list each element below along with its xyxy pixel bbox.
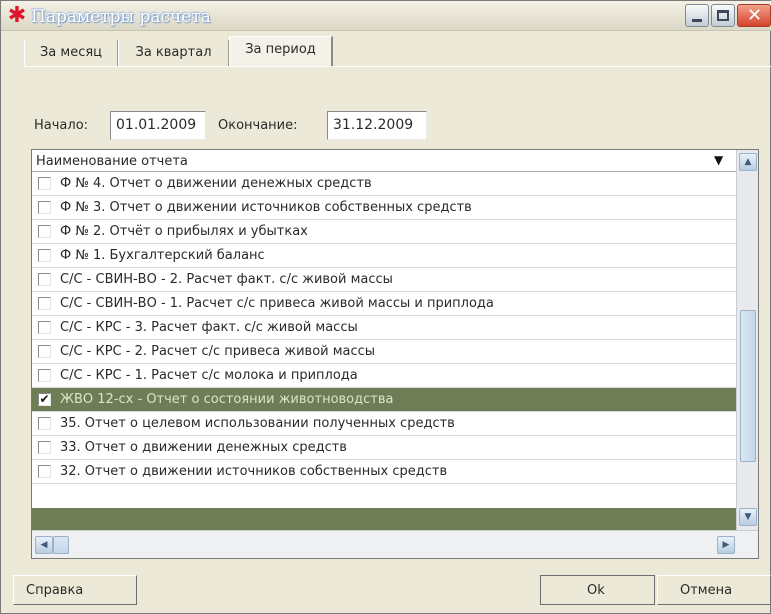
maximize-icon <box>717 10 729 21</box>
report-name-column-header[interactable]: Наименование отчета ▼ <box>32 150 736 172</box>
report-label: Ф № 2. Отчёт о прибылях и убытках <box>60 224 308 239</box>
report-label: Ф № 3. Отчет о движении источников собст… <box>60 200 472 215</box>
close-button[interactable]: ✕ <box>737 4 771 27</box>
report-checkbox[interactable] <box>38 225 51 238</box>
help-button[interactable]: Справка <box>13 575 137 605</box>
column-header-label: Наименование отчета <box>36 154 188 169</box>
list-footer-band <box>32 508 736 530</box>
tab-month[interactable]: За месяц <box>24 40 118 66</box>
report-label: С/С - КРС - 1. Расчет с/с молока и припл… <box>60 368 358 383</box>
horizontal-scrollbar[interactable]: ◀ ▶ <box>32 530 758 558</box>
report-checkbox[interactable] <box>38 321 51 334</box>
list-item[interactable]: С/С - КРС - 3. Расчет факт. с/с живой ма… <box>32 316 736 340</box>
report-checkbox[interactable] <box>38 201 51 214</box>
window-title: Параметры расчета <box>31 7 211 27</box>
dropdown-arrow-icon[interactable]: ▼ <box>714 153 723 167</box>
report-label: Ф № 1. Бухгалтерский баланс <box>60 248 265 263</box>
report-label: С/С - СВИН-ВО - 2. Расчет факт. с/с живо… <box>60 272 393 287</box>
list-item-selected[interactable]: ✔ ЖВО 12-сх - Отчет о состоянии животнов… <box>32 388 736 412</box>
report-checkbox[interactable] <box>38 441 51 454</box>
start-date-label: Начало: <box>34 118 89 133</box>
report-label: 35. Отчет о целевом использовании получе… <box>60 416 455 431</box>
report-label: С/С - КРС - 3. Расчет факт. с/с живой ма… <box>60 320 358 335</box>
report-checkbox-checked[interactable]: ✔ <box>38 393 51 406</box>
scroll-down-icon[interactable]: ▼ <box>739 508 757 526</box>
report-label: С/С - СВИН-ВО - 1. Расчет с/с привеса жи… <box>60 296 494 311</box>
maximize-button[interactable] <box>711 4 735 27</box>
tab-period[interactable]: За период <box>229 36 333 66</box>
list-item[interactable]: 32. Отчет о движении источников собствен… <box>32 460 736 484</box>
minimize-button[interactable] <box>685 4 709 27</box>
report-checkbox[interactable] <box>38 273 51 286</box>
list-item[interactable]: С/С - СВИН-ВО - 1. Расчет с/с привеса жи… <box>32 292 736 316</box>
report-label: Ф № 4. Отчет о движении денежных средств <box>60 176 372 191</box>
vertical-scroll-thumb[interactable] <box>740 310 756 462</box>
report-label: 33. Отчет о движении денежных средств <box>60 440 347 455</box>
list-item[interactable]: 35. Отчет о целевом использовании получе… <box>32 412 736 436</box>
cancel-button[interactable]: Отмена <box>657 575 771 605</box>
report-list: Наименование отчета ▼ Ф № 4. Отчет о дви… <box>31 149 759 559</box>
close-icon: ✕ <box>747 5 763 26</box>
vertical-scrollbar[interactable]: ▲ ▼ <box>736 150 758 530</box>
report-checkbox[interactable] <box>38 369 51 382</box>
ok-button[interactable]: Ok <box>540 575 655 605</box>
list-item[interactable]: Ф № 2. Отчёт о прибылях и убытках <box>32 220 736 244</box>
list-item[interactable]: Ф № 4. Отчет о движении денежных средств <box>32 172 736 196</box>
list-item[interactable]: 33. Отчет о движении денежных средств <box>32 436 736 460</box>
scroll-right-icon[interactable]: ▶ <box>717 536 735 554</box>
tab-quarter[interactable]: За квартал <box>118 40 229 66</box>
scroll-up-icon[interactable]: ▲ <box>739 153 757 171</box>
report-checkbox[interactable] <box>38 177 51 190</box>
report-label: С/С - КРС - 2. Расчет с/с привеса живой … <box>60 344 376 359</box>
report-label: ЖВО 12-сх - Отчет о состоянии животновод… <box>60 392 394 407</box>
list-item[interactable]: С/С - СВИН-ВО - 2. Расчет факт. с/с живо… <box>32 268 736 292</box>
list-item[interactable]: С/С - КРС - 1. Расчет с/с молока и припл… <box>32 364 736 388</box>
start-date-field[interactable]: 01.01.2009 <box>110 111 206 140</box>
title-bar[interactable]: ✱ Параметры расчета ✕ <box>1 1 771 31</box>
report-checkbox[interactable] <box>38 297 51 310</box>
report-checkbox[interactable] <box>38 417 51 430</box>
asterisk-icon: ✱ <box>7 3 27 28</box>
report-checkbox[interactable] <box>38 345 51 358</box>
list-item[interactable]: Ф № 1. Бухгалтерский баланс <box>32 244 736 268</box>
scroll-left-icon[interactable]: ◀ <box>35 536 53 554</box>
end-date-label: Окончание: <box>218 118 298 133</box>
report-checkbox[interactable] <box>38 465 51 478</box>
horizontal-scroll-thumb[interactable] <box>53 536 69 554</box>
tab-panel-divider <box>24 66 771 67</box>
report-label: 32. Отчет о движении источников собствен… <box>60 464 448 479</box>
list-item[interactable]: С/С - КРС - 2. Расчет с/с привеса живой … <box>32 340 736 364</box>
calculation-parameters-dialog: ✱ Параметры расчета ✕ За месяц За кварта… <box>0 0 771 614</box>
minimize-icon <box>692 19 702 22</box>
list-item[interactable]: Ф № 3. Отчет о движении источников собст… <box>32 196 736 220</box>
report-checkbox[interactable] <box>38 249 51 262</box>
end-date-field[interactable]: 31.12.2009 <box>327 111 427 140</box>
